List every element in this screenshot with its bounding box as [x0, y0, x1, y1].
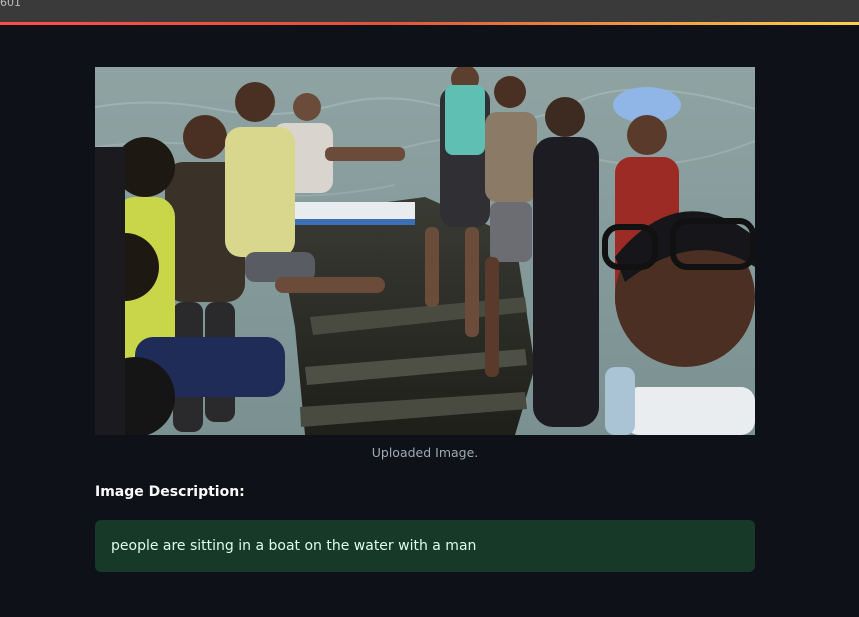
image-description-box: people are sitting in a boat on the wate…	[95, 520, 755, 572]
main-content: Uploaded Image. Image Description: peopl…	[0, 25, 859, 617]
image-description-heading: Image Description:	[95, 484, 245, 500]
uploaded-image-photo	[95, 67, 755, 435]
image-description-text: people are sitting in a boat on the wate…	[111, 538, 477, 554]
browser-top-bar: 601	[0, 0, 859, 23]
uploaded-image	[95, 67, 755, 435]
image-caption: Uploaded Image.	[371, 445, 479, 460]
window-title-fragment: 601	[0, 0, 21, 9]
